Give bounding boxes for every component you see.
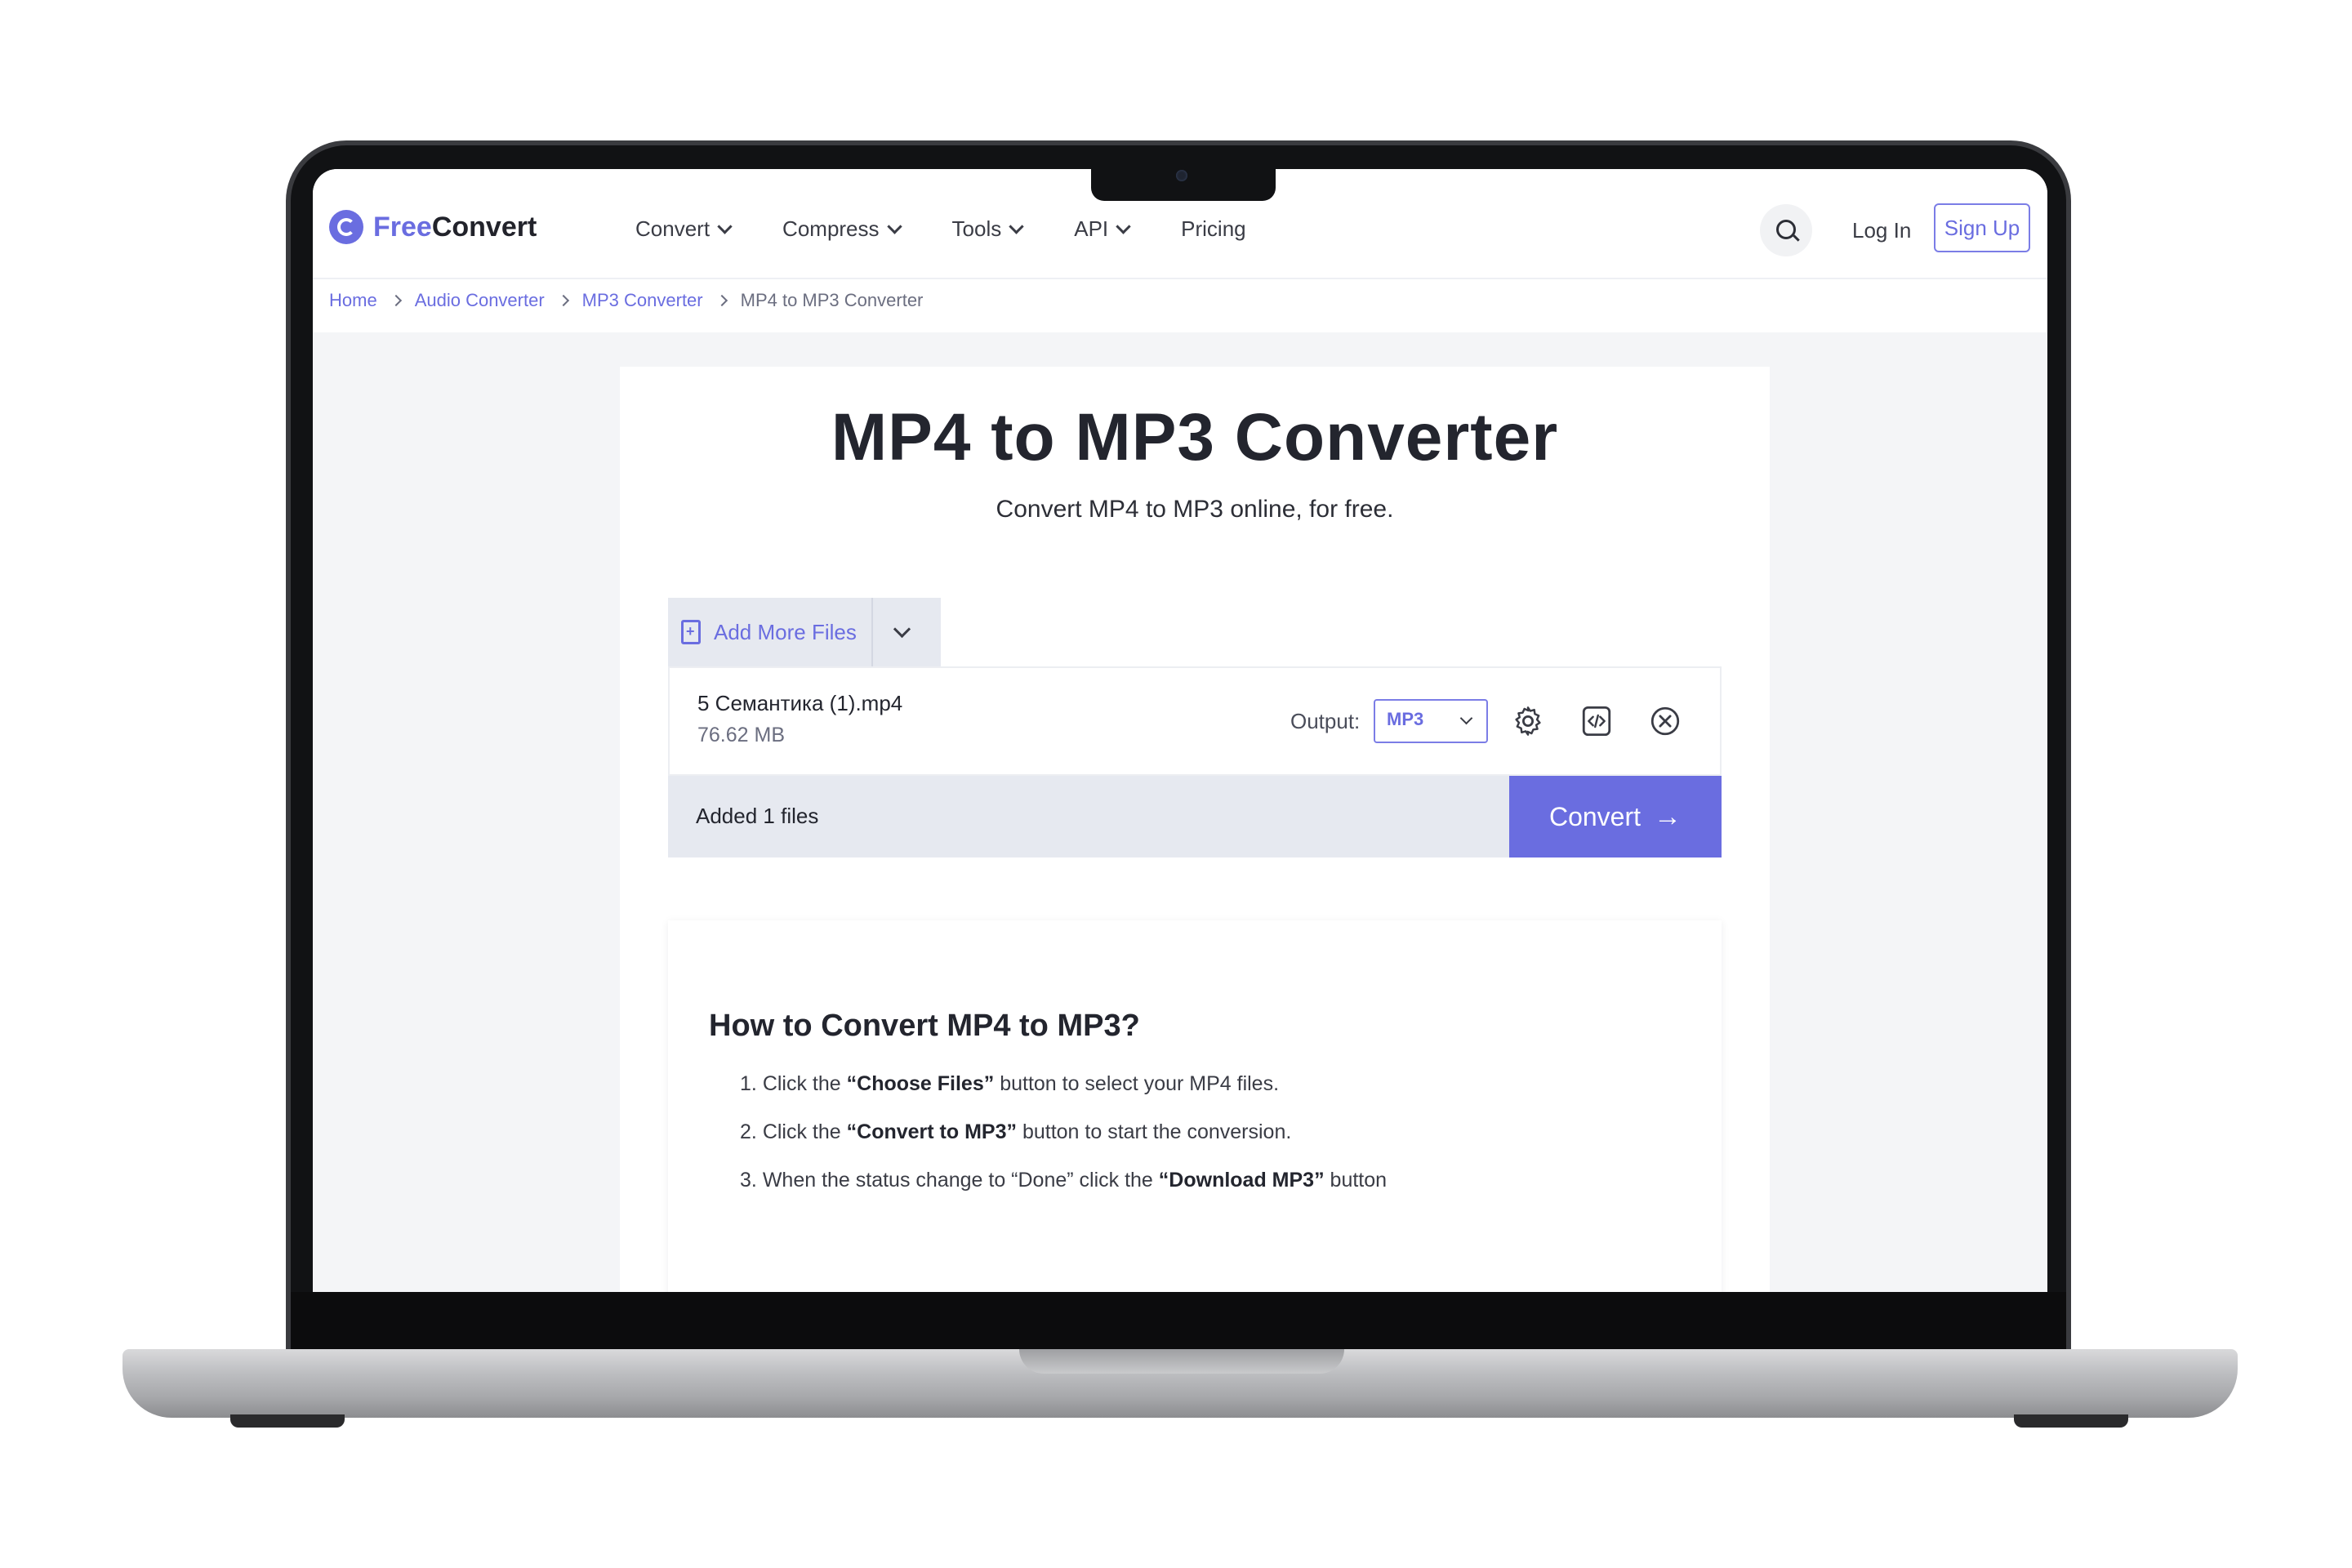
added-files-status: Added 1 files [696, 804, 819, 828]
chevron-down-icon [1116, 219, 1131, 234]
laptop-base-groove [1019, 1349, 1344, 1374]
nav-tools-label: Tools [951, 216, 1002, 241]
step-number: 2. [740, 1120, 757, 1143]
file-name: 5 Семантика (1).mp4 [697, 691, 903, 715]
gear-icon[interactable] [1511, 704, 1545, 738]
chevron-down-icon [1459, 711, 1473, 725]
nav-pricing[interactable]: Pricing [1181, 216, 1245, 242]
file-size: 76.62 MB [697, 724, 786, 746]
login-link[interactable]: Log In [1852, 218, 1911, 243]
laptop-screen: FreeConvert Convert Compress Tools API P… [313, 169, 2047, 1292]
nav-compress-label: Compress [782, 216, 880, 241]
chevron-down-icon[interactable] [893, 620, 911, 638]
code-embed-icon[interactable] [1579, 704, 1614, 738]
convert-button-label: Convert [1548, 801, 1642, 831]
logo-text: FreeConvert [373, 212, 537, 243]
nav-convert[interactable]: Convert [635, 216, 733, 242]
chevron-right-icon [390, 294, 402, 307]
output-format-value: MP3 [1387, 709, 1424, 729]
output-label: Output: [1290, 709, 1361, 733]
step-text: button to start the conversion. [1022, 1120, 1292, 1143]
step-highlight: “Convert to MP3” [846, 1120, 1017, 1143]
nav-api-label: API [1074, 216, 1109, 241]
search-button[interactable] [1760, 204, 1812, 256]
breadcrumb-audio-converter[interactable]: Audio Converter [415, 290, 545, 311]
search-icon-handle [1793, 234, 1800, 242]
nav-pricing-label: Pricing [1181, 216, 1246, 241]
laptop-chin [291, 1292, 2066, 1349]
logo-text-free: Free [373, 211, 432, 243]
step-number: 3. [740, 1169, 757, 1192]
step-highlight: “Choose Files” [846, 1072, 995, 1095]
nav-compress[interactable]: Compress [782, 216, 902, 242]
add-files-divider [871, 598, 873, 666]
nav-api[interactable]: API [1074, 216, 1131, 242]
step-highlight: “Download MP3” [1158, 1169, 1325, 1192]
howto-card: How to Convert MP4 to MP3? 1. Click the … [668, 920, 1722, 1292]
convert-button[interactable]: Convert → [1509, 776, 1722, 858]
nav-convert-label: Convert [635, 216, 710, 241]
step-text: button to select your MP4 files. [1000, 1072, 1280, 1095]
chevron-down-icon [1009, 219, 1024, 234]
action-bar: Added 1 files Convert → [668, 776, 1722, 858]
file-add-icon [681, 620, 701, 644]
breadcrumb-mp3-converter[interactable]: MP3 Converter [582, 290, 703, 311]
close-circle-icon[interactable] [1648, 704, 1682, 738]
howto-title: How to Convert MP4 to MP3? [709, 1009, 1140, 1043]
output-format-select[interactable]: MP3 [1374, 699, 1488, 743]
add-more-files-label: Add More Files [714, 619, 857, 644]
breadcrumb: Home Audio Converter MP3 Converter MP4 t… [329, 290, 923, 311]
logo-icon [329, 210, 363, 244]
chevron-down-icon [717, 219, 733, 234]
laptop-foot-right [2014, 1414, 2128, 1428]
nav-tools[interactable]: Tools [951, 216, 1024, 242]
chevron-right-icon [715, 294, 728, 307]
page-title: MP4 to MP3 Converter [831, 400, 1559, 474]
arrow-right-icon: → [1654, 800, 1682, 832]
chevron-right-icon [557, 294, 569, 307]
step-text: Click the [762, 1072, 841, 1095]
chevron-down-icon [886, 219, 902, 234]
howto-step: 3. When the status change to “Done” clic… [740, 1169, 1387, 1192]
add-more-files-button[interactable]: Add More Files [668, 598, 941, 666]
step-text: button [1330, 1169, 1388, 1192]
file-row: 5 Семантика (1).mp4 76.62 MB Output: MP3 [668, 666, 1722, 776]
logo-text-convert: Convert [431, 211, 537, 243]
howto-step: 2. Click the “Convert to MP3” button to … [740, 1120, 1387, 1144]
howto-steps: 1. Click the “Choose Files” button to se… [740, 1072, 1387, 1217]
howto-step: 1. Click the “Choose Files” button to se… [740, 1072, 1387, 1096]
breadcrumb-current: MP4 to MP3 Converter [740, 290, 924, 310]
page-subtitle: Convert MP4 to MP3 online, for free. [996, 496, 1394, 523]
camera-icon [1176, 170, 1187, 181]
main-nav: Convert Compress Tools API Pricing [635, 216, 1298, 242]
step-text: Click the [762, 1120, 841, 1143]
laptop-foot-left [230, 1414, 345, 1428]
signup-button[interactable]: Sign Up [1934, 203, 2030, 252]
breadcrumb-home[interactable]: Home [329, 290, 377, 311]
site-logo[interactable]: FreeConvert [329, 210, 537, 244]
step-number: 1. [740, 1072, 757, 1095]
step-text: When the status change to “Done” click t… [762, 1169, 1153, 1192]
